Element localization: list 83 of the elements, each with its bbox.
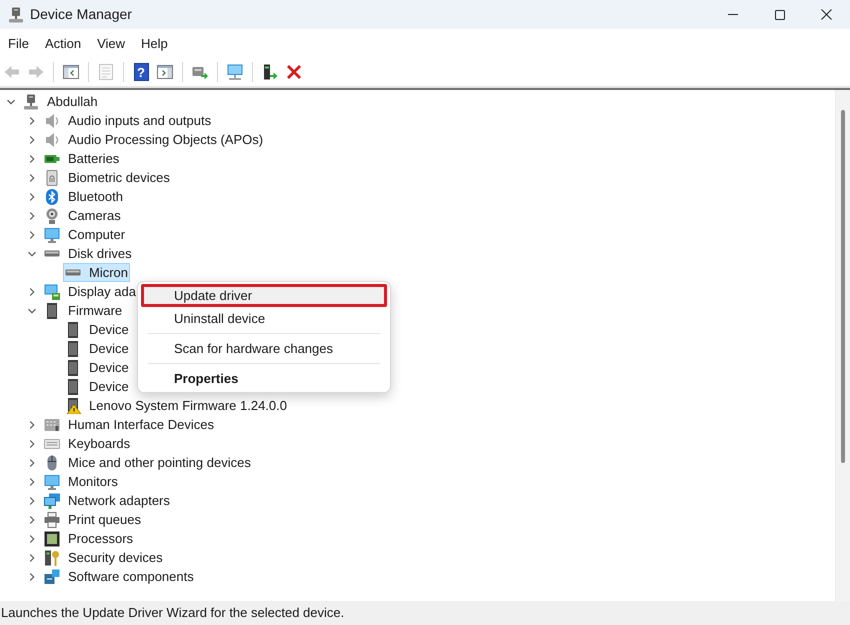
tree-item[interactable]: Cameras bbox=[42, 206, 123, 225]
tree-item[interactable]: Print queues bbox=[42, 510, 143, 529]
tree-item[interactable]: Biometric devices bbox=[42, 168, 172, 187]
tree-item[interactable]: Device bbox=[63, 358, 131, 377]
key-icon bbox=[44, 550, 60, 566]
window-title: Device Manager bbox=[30, 5, 132, 24]
maximize-icon[interactable] bbox=[774, 10, 784, 20]
chevron-icon[interactable] bbox=[28, 230, 36, 238]
computer-icon bbox=[8, 6, 24, 22]
software-icon bbox=[44, 568, 60, 584]
chevron-icon[interactable] bbox=[28, 212, 36, 220]
tree-item[interactable]: Firmware bbox=[42, 301, 124, 320]
tree-item[interactable]: Security devices bbox=[42, 548, 165, 567]
chevron-icon[interactable] bbox=[28, 496, 36, 504]
tree-item[interactable]: Processors bbox=[42, 529, 136, 548]
tree-item[interactable]: Device bbox=[63, 377, 131, 396]
speaker-icon bbox=[44, 112, 60, 128]
cross-icon[interactable] bbox=[286, 64, 302, 80]
computer-icon bbox=[23, 94, 39, 110]
chevron-icon[interactable] bbox=[28, 116, 36, 124]
tree-item[interactable]: Monitors bbox=[42, 472, 120, 491]
webcam-icon bbox=[44, 208, 60, 224]
chevron-icon[interactable] bbox=[28, 572, 36, 580]
tree-item[interactable]: Keyboards bbox=[42, 434, 132, 453]
fingerprint-reader-icon bbox=[44, 170, 60, 186]
monitor-icon bbox=[44, 226, 60, 242]
close-icon[interactable] bbox=[821, 9, 832, 20]
processor-icon bbox=[44, 530, 60, 546]
monitor-icon[interactable] bbox=[227, 64, 243, 80]
tree-item[interactable]: Audio Processing Objects (APOs) bbox=[42, 130, 266, 149]
device-arrow-icon[interactable] bbox=[262, 64, 278, 80]
tree-item[interactable]: Lenovo System Firmware 1.24.0.0 bbox=[63, 396, 289, 415]
scrollbar-thumb[interactable] bbox=[841, 110, 845, 463]
tree-item[interactable]: Batteries bbox=[42, 149, 122, 168]
tree-item[interactable]: Device bbox=[63, 320, 131, 339]
pane-icon[interactable] bbox=[157, 64, 173, 80]
chevron-icon[interactable] bbox=[28, 420, 36, 428]
bluetooth-icon bbox=[44, 188, 60, 204]
chevron-icon[interactable] bbox=[28, 136, 36, 144]
chevron-icon[interactable] bbox=[28, 306, 36, 314]
chevron-icon[interactable] bbox=[28, 554, 36, 562]
help-button[interactable]: ? bbox=[134, 63, 148, 81]
chevron-icon[interactable] bbox=[28, 192, 36, 200]
monitor-icon bbox=[44, 474, 60, 490]
minimize-icon[interactable] bbox=[728, 14, 738, 15]
scrollbar[interactable] bbox=[835, 90, 850, 601]
chevron-icon[interactable] bbox=[28, 288, 36, 296]
tree-item[interactable]: Software components bbox=[42, 567, 196, 586]
drive-icon bbox=[65, 269, 81, 276]
chevron-icon[interactable] bbox=[7, 98, 15, 106]
printer-icon bbox=[44, 512, 60, 528]
chip-icon bbox=[44, 302, 60, 318]
tree-item[interactable]: Micron bbox=[63, 263, 130, 282]
chevron-icon[interactable] bbox=[28, 534, 36, 542]
tree-item[interactable]: Abdullah bbox=[21, 92, 100, 111]
status-text: Launches the Update Driver Wizard for the selected device. bbox=[0, 604, 344, 622]
menu-bar-item[interactable]: File bbox=[0, 32, 37, 54]
tree-item[interactable]: Bluetooth bbox=[42, 187, 125, 206]
tree-item[interactable]: Computer bbox=[42, 225, 128, 244]
tree-item[interactable]: Human Interface Devices bbox=[42, 415, 216, 434]
menu-item[interactable]: Update driver bbox=[141, 284, 387, 307]
tree-item[interactable]: Display ada bbox=[42, 282, 138, 301]
drive-icon bbox=[44, 250, 60, 257]
chevron-icon[interactable] bbox=[28, 458, 36, 466]
menu-bar-item[interactable]: Help bbox=[133, 32, 176, 54]
tree-item[interactable]: Device bbox=[63, 339, 131, 358]
chevron-icon[interactable] bbox=[28, 250, 36, 258]
pane-icon[interactable] bbox=[63, 64, 79, 80]
speaker-icon bbox=[44, 132, 60, 148]
tree-item[interactable]: Disk drives bbox=[42, 244, 134, 263]
keypad-icon bbox=[44, 416, 60, 432]
chevron-icon[interactable] bbox=[28, 174, 36, 182]
chevron-icon[interactable] bbox=[28, 516, 36, 524]
chevron-icon[interactable] bbox=[28, 478, 36, 486]
chevron-icon[interactable] bbox=[28, 440, 36, 448]
tree-item[interactable]: Audio inputs and outputs bbox=[42, 111, 214, 130]
chevron-icon[interactable] bbox=[28, 154, 36, 162]
menu-bar-item[interactable]: Action bbox=[36, 32, 90, 54]
tree-item[interactable]: Network adapters bbox=[42, 491, 172, 510]
monitor-card-icon bbox=[44, 284, 60, 300]
network-monitors-icon bbox=[44, 492, 60, 508]
menu-bar-item[interactable]: View bbox=[89, 32, 134, 54]
tree-item[interactable]: Mice and other pointing devices bbox=[42, 453, 253, 472]
